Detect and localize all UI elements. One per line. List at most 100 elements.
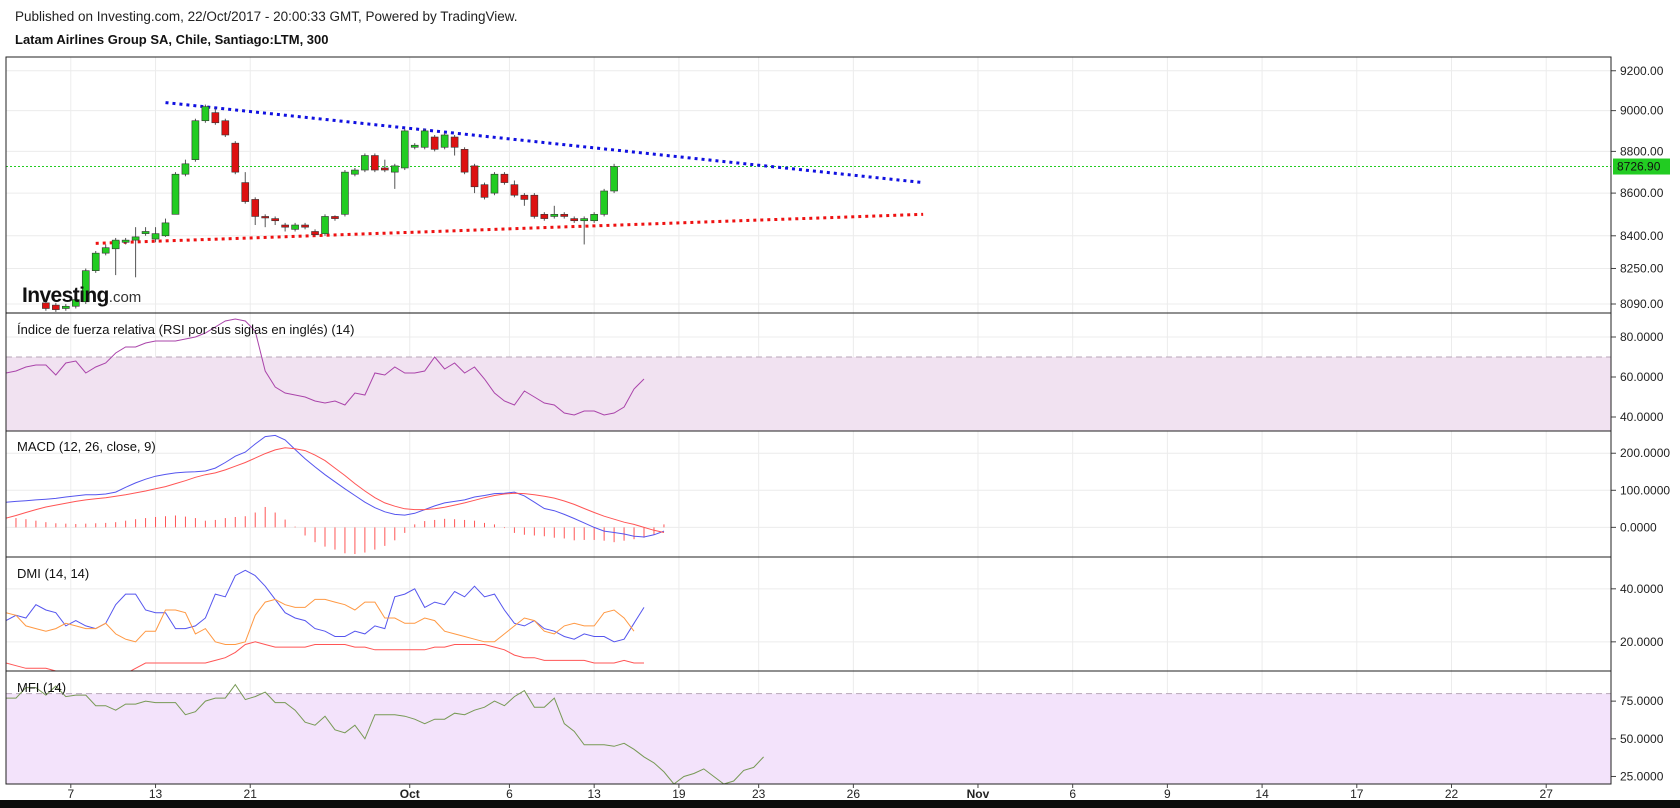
last-price-label: 8726.90 [1617,160,1661,174]
candle-up [181,163,190,175]
x-tick-label: Oct [400,787,420,801]
rsi-y-tick-label: 80.0000 [1620,330,1664,344]
price-marks [6,101,1611,312]
candle-up [121,239,130,243]
candle-down [281,224,289,228]
candle-down [470,165,479,188]
candle-up [341,171,349,215]
candle-up [420,130,429,148]
x-tick-label: 13 [149,787,163,801]
candle-down [430,136,439,150]
candle-up [91,252,100,271]
candle-up [321,216,329,234]
bottom-bar [0,800,1680,808]
candle-down [510,184,519,196]
candle-down [530,194,539,217]
x-tick-label: 19 [672,787,686,801]
candle-down [241,182,250,202]
resistance-trendline [165,101,924,185]
macd-y-tick-label: 0.0000 [1620,520,1657,534]
x-tick-label: 14 [1255,787,1269,801]
dmi-marks [6,569,645,671]
candle-up [111,239,120,250]
candle-up [580,218,588,222]
candle-down [570,218,579,222]
dmi-plus-series [6,569,645,643]
price-y-tick-label: 8090.00 [1620,297,1664,311]
marks-layer [6,101,1611,784]
x-tick-label: 9 [1164,787,1171,801]
label-layer: 9200.00 9000.00 8800.00 8600.00 8400.00 8250.… [67,64,1670,801]
x-tick-label: 6 [1069,787,1076,801]
dmi-title: DMI (14, 14) [17,566,89,581]
dmi-y-tick-label: 20.0000 [1620,635,1664,649]
candle-up [291,224,299,230]
macd-y-tick-label: 200.0000 [1620,446,1670,460]
candle-up [390,165,399,173]
candle-up [161,222,170,237]
candle-down [480,184,489,198]
price-y-tick-label: 8600.00 [1620,186,1664,200]
x-tick-label: 26 [847,787,861,801]
mfi-y-tick-label: 75.0000 [1620,694,1664,708]
dmi-y-tick-label: 40.0000 [1620,582,1664,596]
candle-up [171,173,180,215]
candle-down [261,216,269,219]
price-y-tick-label: 8800.00 [1620,144,1664,158]
price-y-tick-label: 8250.00 [1620,261,1664,275]
candle-down [271,218,279,222]
x-tick-label: 6 [506,787,513,801]
candle-down [311,231,319,236]
candle-down [301,224,309,228]
investing-logo: Investing.com [22,284,141,307]
chart-canvas[interactable]: 9200.00 9000.00 8800.00 8600.00 8400.00 8250.… [0,0,1680,808]
candle-up [361,155,369,171]
candle-up [610,166,618,192]
candle-up [400,130,409,169]
candle-down [211,112,220,124]
mfi-y-tick-label: 25.0000 [1620,769,1664,783]
candle-up [550,214,559,217]
candle-up [201,106,210,122]
candle-down [460,149,469,173]
x-tick-label: 13 [587,787,601,801]
candle-down [560,214,569,217]
candle-up [590,214,598,222]
candle-up [131,236,140,241]
candle-down [450,136,459,148]
candle-up [410,144,419,148]
rsi-y-tick-label: 40.0000 [1620,410,1664,424]
logo-brand: Investing [22,284,109,307]
price-y-tick-label: 8400.00 [1620,229,1664,243]
macd-title: MACD (12, 26, close, 9) [17,439,156,454]
candle-down [500,173,509,183]
macd-pane-frame [5,430,1612,558]
rsi-y-tick-label: 60.0000 [1620,370,1664,384]
macd-y-tick-label: 100.0000 [1620,483,1670,497]
candle-down [520,194,529,200]
mfi-title: MFI (14) [17,680,66,695]
candle-down [331,216,339,219]
mfi-band [6,693,1611,784]
candle-up [351,169,359,175]
candle-down [231,142,240,173]
mfi-y-tick-label: 50.0000 [1620,732,1664,746]
candle-down [540,214,549,219]
rsi-title: Índice de fuerza relativa (RSI por sus s… [17,322,354,337]
candle-down [251,199,260,217]
dmi-pane-frame [5,556,1612,672]
logo-suffix: .com [109,289,142,306]
candle-up [191,120,200,160]
dmi-minus-series [6,641,644,671]
candle-down [371,155,379,171]
x-tick-label: 22 [1445,787,1459,801]
x-tick-label: 23 [752,787,766,801]
x-tick-label: 17 [1350,787,1364,801]
candle-up [490,173,499,194]
candle-up [101,247,110,254]
candle-down [381,167,389,171]
candle-up [440,134,449,148]
price-y-tick-label: 9000.00 [1620,104,1664,118]
x-tick-label: 21 [244,787,258,801]
price-y-tick-label: 9200.00 [1620,64,1664,78]
